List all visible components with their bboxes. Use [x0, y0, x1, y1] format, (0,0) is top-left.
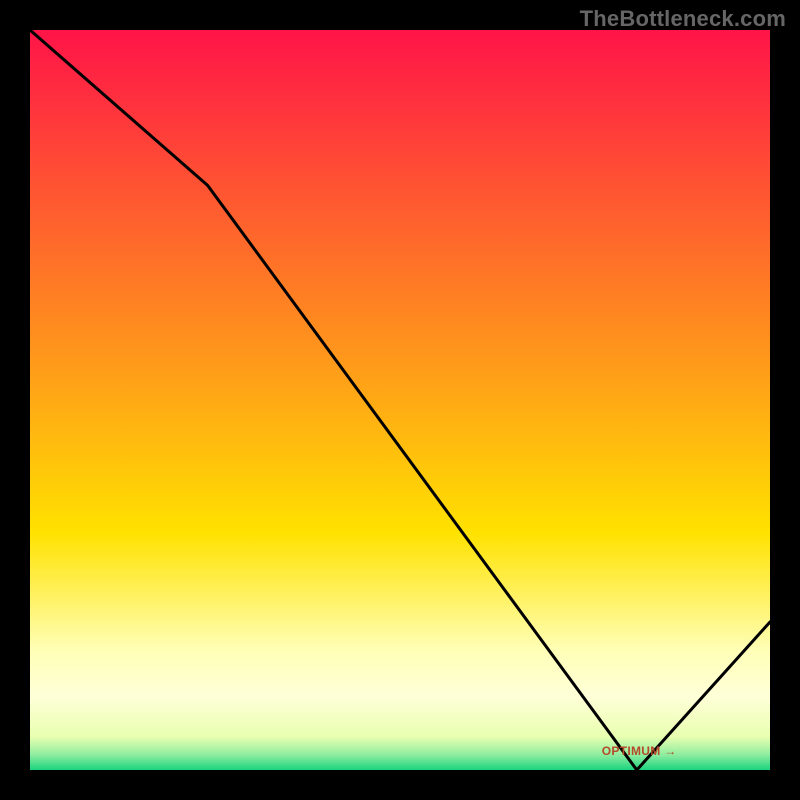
heat-gradient: [30, 30, 770, 770]
bottleneck-chart: [30, 30, 770, 770]
chart-frame: TheBottleneck.com OPTIMUM →: [0, 0, 800, 800]
optimum-zone-label: OPTIMUM →: [602, 744, 677, 758]
watermark-text: TheBottleneck.com: [580, 6, 786, 32]
